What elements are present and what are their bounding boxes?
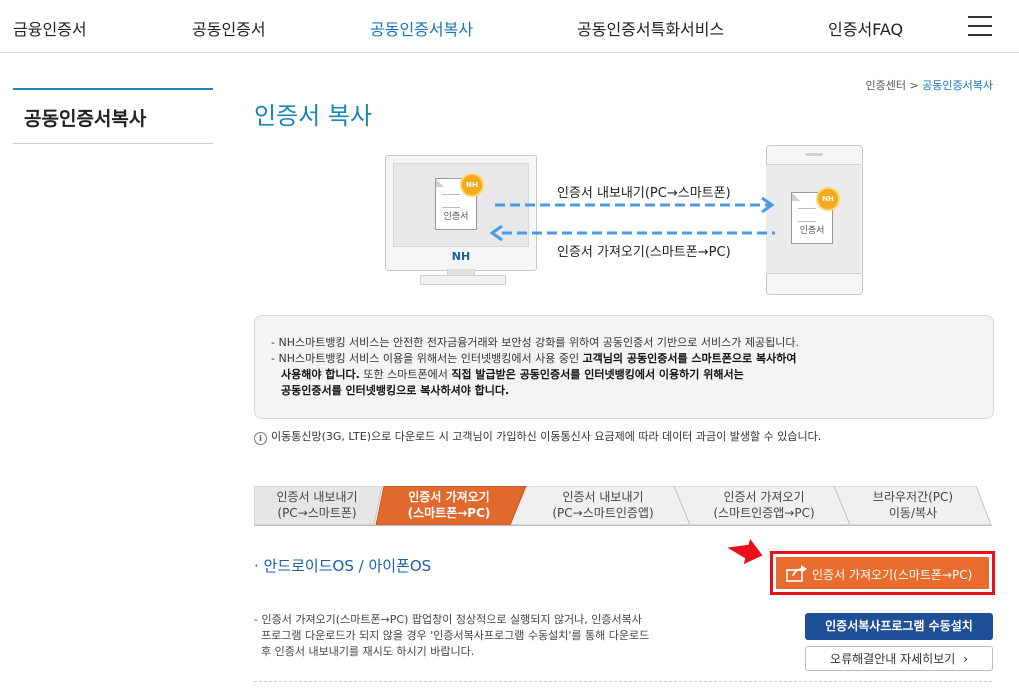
export-share-icon [786, 565, 807, 582]
hamburger-menu-icon[interactable] [968, 16, 992, 36]
section-divider [254, 681, 992, 682]
chevron-right-icon: › [963, 652, 968, 666]
import-cert-button[interactable]: 인증서 가져오기(스마트폰→PC) [776, 557, 989, 589]
tab-sublabel: (PC→스마트인증앱) [552, 506, 654, 520]
sidebar-top-divider [13, 88, 213, 90]
tab-label: 인증서 내보내기 [276, 490, 358, 504]
breadcrumb: 인증센터 > 공동인증서복사 [820, 77, 993, 93]
top-navigation: 금융인증서 공동인증서 공동인증서복사 공동인증서특화서비스 인증서FAQ [0, 0, 1019, 53]
info-icon: i [254, 432, 267, 445]
tab-label: 브라우저간(PC) [872, 490, 954, 504]
notice-bold-text: 고객님의 공동인증서를 스마트폰으로 복사하여 [582, 352, 797, 365]
notice-text: 또한 스마트폰에서 [359, 368, 452, 381]
tab-bar: 인증서 내보내기 (PC→스마트폰) 인증서 가져오기 (스마트폰→PC) 인증… [254, 486, 992, 526]
notice-bold-text: 직접 발급받은 공동인증서를 인터넷뱅킹에서 이용하기 위해서는 [451, 368, 744, 381]
breadcrumb-separator: > [909, 79, 919, 92]
notice-text: - NH스마트뱅킹 서비스 이용을 위해서는 인터넷뱅킹에서 사용 중인 [271, 352, 583, 365]
note-line: 후 인증서 내보내기를 재시도 하시기 바랍니다. [254, 645, 475, 658]
tab-import-app-to-pc[interactable]: 인증서 가져오기 (스마트인증앱→PC) [684, 489, 844, 521]
tab-sublabel: 이동/복사 [888, 506, 938, 520]
notice-bold-text: 공동인증서를 인터넷뱅킹으로 복사하셔야 합니다. [281, 384, 510, 397]
sidebar-bottom-divider [13, 143, 213, 144]
notice-bold-text: 사용해야 합니다. [281, 368, 360, 381]
tab-sublabel: (스마트폰→PC) [407, 506, 491, 520]
tab-browser-move[interactable]: 브라우저간(PC) 이동/복사 [846, 489, 980, 521]
certificate-icon: NH 인증서 [435, 173, 484, 230]
breadcrumb-home[interactable]: 인증센터 [865, 79, 905, 92]
tab-label: 인증서 내보내기 [562, 490, 644, 504]
error-help-button[interactable]: 오류해결안내 자세히보기 › [805, 646, 993, 671]
breadcrumb-current: 공동인증서복사 [922, 79, 993, 92]
nav-item-faq[interactable]: 인증서FAQ [828, 16, 903, 40]
transfer-arrows-icon [490, 196, 775, 241]
monitor-logo: NH [451, 250, 471, 263]
info-text: 이동통신망(3G, LTE)으로 다운로드 시 고객님이 가입하신 이동통신사 … [271, 430, 822, 443]
notice-line-3: 사용해야 합니다. 또한 스마트폰에서 직접 발급받은 공동인증서를 인터넷뱅킹… [281, 366, 744, 382]
manual-install-button[interactable]: 인증서복사프로그램 수동설치 [805, 613, 993, 640]
import-arrow-label: 인증서 가져오기(스마트폰→PC) [557, 245, 731, 260]
notice-line-1: - NH스마트뱅킹 서비스는 안전한 전자금융거래와 보안성 강화를 위하여 공… [271, 336, 799, 349]
tab-label: 인증서 가져오기 [408, 490, 490, 504]
phone-speaker [805, 153, 823, 156]
data-charge-info: i 이동통신망(3G, LTE)으로 다운로드 시 고객님이 가입하신 이동통신사… [254, 428, 821, 445]
nav-item-financial-cert[interactable]: 금융인증서 [13, 16, 87, 40]
nav-item-cert-copy[interactable]: 공동인증서복사 [370, 16, 473, 40]
notice-line-4: 공동인증서를 인터넷뱅킹으로 복사하셔야 합니다. [281, 382, 509, 398]
cert-label: 인증서 [799, 226, 825, 236]
tab-export-pc-to-app[interactable]: 인증서 내보내기 (PC→스마트인증앱) [524, 489, 682, 521]
nh-badge-icon: NH [816, 187, 840, 211]
import-cert-button-label: 인증서 가져오기(스마트폰→PC) [812, 568, 973, 582]
tab-label: 인증서 가져오기 [723, 490, 805, 504]
nh-badge-icon: NH [460, 173, 484, 197]
cert-label: 인증서 [443, 212, 469, 222]
troubleshoot-note: - 인증서 가져오기(스마트폰→PC) 팝업창이 정상적으로 실행되지 않거나,… [254, 612, 734, 660]
tab-export-pc-to-phone[interactable]: 인증서 내보내기 (PC→스마트폰) [256, 489, 378, 521]
note-line: 프로그램 다운로드가 되지 않을 경우 '인증서복사프로그램 수동설치'를 통해… [254, 629, 650, 642]
tab-sublabel: (스마트인증앱→PC) [713, 506, 815, 520]
note-line: - 인증서 가져오기(스마트폰→PC) 팝업창이 정상적으로 실행되지 않거나,… [254, 613, 642, 626]
nav-item-joint-cert[interactable]: 공동인증서 [192, 16, 266, 40]
certificate-icon: NH 인증서 [791, 187, 840, 244]
tab-underline [254, 525, 992, 526]
tab-sublabel: (PC→스마트폰) [277, 506, 357, 520]
tab-import-phone-to-pc[interactable]: 인증서 가져오기 (스마트폰→PC) [382, 489, 516, 521]
sidebar-title[interactable]: 공동인증서복사 [24, 104, 146, 131]
notice-line-2: - NH스마트뱅킹 서비스 이용을 위해서는 인터넷뱅킹에서 사용 중인 고객님… [271, 350, 796, 366]
error-help-label: 오류해결안내 자세히보기 [830, 652, 956, 666]
page-title: 인증서 복사 [254, 102, 373, 130]
red-pointer-arrow-icon [727, 538, 763, 565]
section-title: · 안드로이드OS / 아이폰OS [254, 557, 432, 575]
nav-item-special-service[interactable]: 공동인증서특화서비스 [577, 16, 724, 40]
monitor-base [420, 275, 506, 285]
